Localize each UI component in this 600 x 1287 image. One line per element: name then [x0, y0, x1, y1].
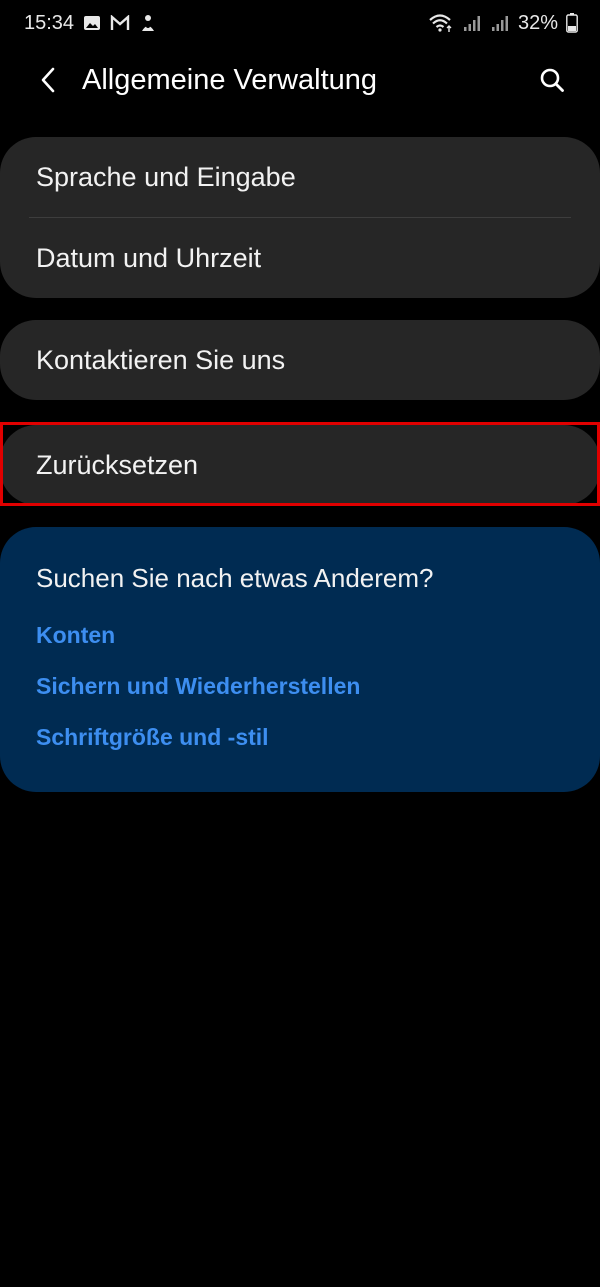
suggestion-link-font-size-style[interactable]: Schriftgröße und -stil [36, 724, 564, 751]
app-bar: Allgemeine Verwaltung [0, 50, 600, 110]
settings-group-contact: Kontaktieren Sie uns [0, 320, 600, 400]
status-bar: 15:34 32% [0, 0, 600, 46]
gmail-icon [110, 13, 130, 33]
status-bar-left: 15:34 [24, 12, 158, 35]
battery-icon [566, 13, 578, 33]
wifi-icon [428, 13, 454, 33]
back-button[interactable] [26, 58, 70, 102]
search-button[interactable] [530, 58, 574, 102]
search-icon [540, 68, 564, 92]
contact-us-item[interactable]: Kontaktieren Sie uns [0, 320, 600, 400]
battery-percent: 32% [517, 11, 558, 34]
signal-icon [490, 13, 510, 33]
suggestions-title: Suchen Sie nach etwas Anderem? [36, 563, 434, 593]
status-time: 15:34 [24, 11, 75, 34]
suggestion-link-backup-restore[interactable]: Sichern und Wiederherstellen [36, 673, 564, 700]
language-input-item[interactable]: Sprache und Eingabe [0, 137, 600, 217]
gallery-icon [82, 13, 102, 33]
highlight-box [0, 422, 600, 506]
notification-icon [138, 13, 158, 33]
suggestion-link-accounts[interactable]: Konten [36, 622, 564, 649]
suggestions-card: Suchen Sie nach etwas Anderem? Konten Si… [0, 527, 600, 792]
status-bar-right: 32% [428, 12, 578, 35]
date-time-item[interactable]: Datum und Uhrzeit [0, 218, 600, 298]
signal-icon [462, 13, 482, 33]
back-arrow-icon [41, 67, 55, 93]
page-title: Allgemeine Verwaltung [82, 63, 378, 96]
settings-group-language-date: Sprache und Eingabe Datum und Uhrzeit [0, 137, 600, 298]
